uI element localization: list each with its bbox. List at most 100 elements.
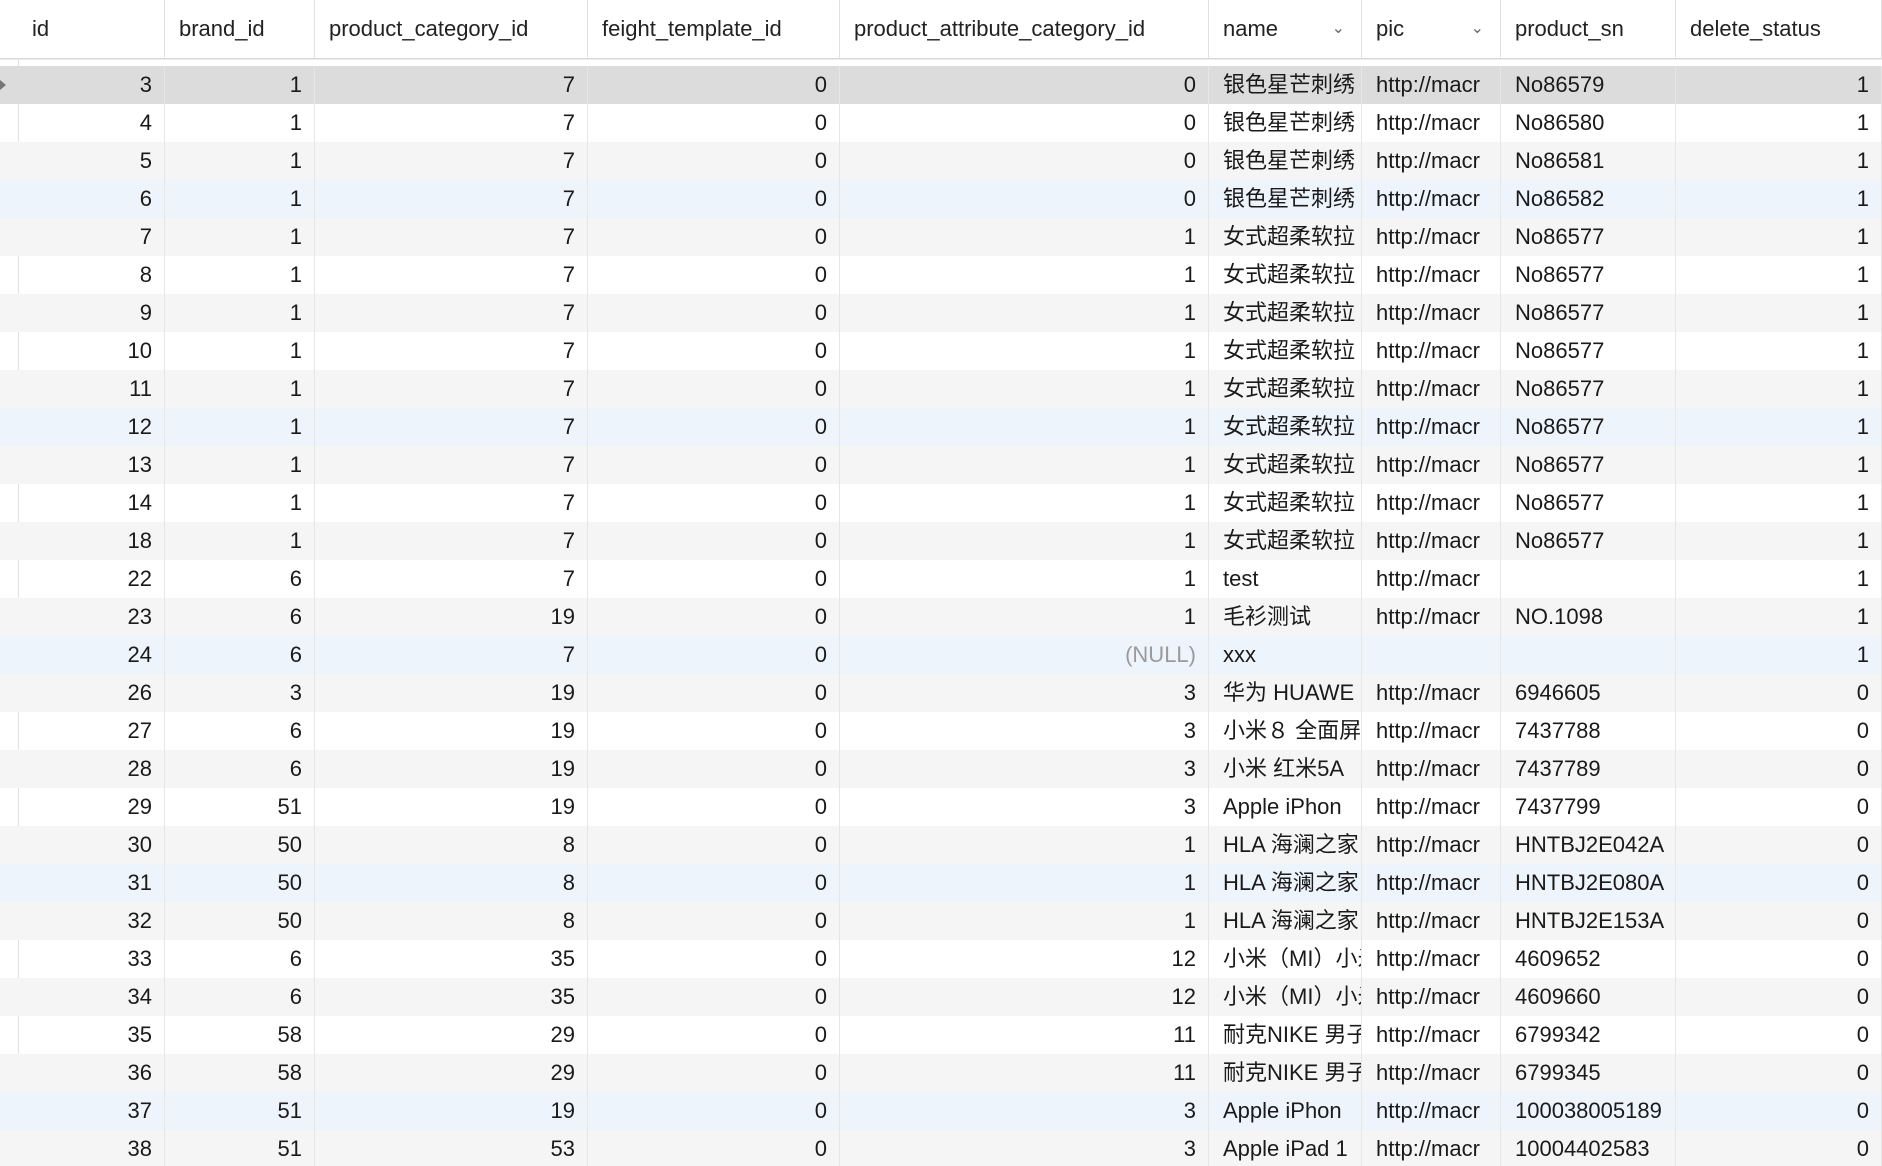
table-row[interactable]: 32 50 8 0 1 HLA 海澜之家 http://macr HNTBJ2E153A 0 [0,902,1882,940]
cell-name[interactable]: Apple iPhon [1209,1092,1362,1130]
cell-id[interactable]: 27 [18,712,165,750]
cell-id[interactable]: 3 [18,66,165,104]
cell-pic[interactable]: http://macr [1362,826,1501,864]
cell-product_category_id[interactable]: 7 [315,484,588,522]
cell-product_sn[interactable]: No86579 [1501,66,1676,104]
cell-pic[interactable]: http://macr [1362,674,1501,712]
column-header-feight_template_id[interactable]: feight_template_id [588,0,840,58]
cell-product_attribute_category_id[interactable]: 1 [840,446,1209,484]
column-header-brand_id[interactable]: brand_id [165,0,315,58]
cell-id[interactable]: 24 [18,636,165,674]
cell-pic[interactable]: http://macr [1362,1054,1501,1092]
cell-name[interactable]: 女式超柔软拉 [1209,408,1362,446]
table-row[interactable]: 6 1 7 0 0 银色星芒刺绣 http://macr No86582 1 [0,180,1882,218]
cell-product_sn[interactable]: No86577 [1501,294,1676,332]
cell-id[interactable]: 22 [18,560,165,598]
cell-product_attribute_category_id[interactable]: 12 [840,978,1209,1016]
cell-delete_status[interactable]: 1 [1676,66,1882,104]
table-row[interactable]: 26 3 19 0 3 华为 HUAWE http://macr 6946605 0 [0,674,1882,712]
cell-name[interactable]: 小米（MI）小米 [1209,978,1362,1016]
cell-brand_id[interactable]: 1 [165,446,315,484]
cell-brand_id[interactable]: 1 [165,370,315,408]
cell-pic[interactable]: http://macr [1362,408,1501,446]
cell-product_category_id[interactable]: 29 [315,1054,588,1092]
cell-feight_template_id[interactable]: 0 [588,1130,840,1166]
cell-feight_template_id[interactable]: 0 [588,636,840,674]
cell-product_category_id[interactable]: 7 [315,446,588,484]
cell-feight_template_id[interactable]: 0 [588,560,840,598]
cell-name[interactable]: HLA 海澜之家 [1209,902,1362,940]
table-row[interactable]: 33635012小米（MI）小米http://macr46096520 [0,940,1882,978]
cell-product_sn[interactable]: No86577 [1501,522,1676,560]
cell-delete_status[interactable]: 1 [1676,408,1882,446]
cell-feight_template_id[interactable]: 0 [588,484,840,522]
cell-feight_template_id[interactable]: 0 [588,408,840,446]
cell-feight_template_id[interactable]: 0 [588,256,840,294]
cell-name[interactable]: 女式超柔软拉 [1209,370,1362,408]
cell-product_sn[interactable]: 100038005189 [1501,1092,1676,1130]
cell-id[interactable]: 23 [18,598,165,636]
table-row[interactable]: 13 1 7 0 1 女式超柔软拉 http://macr No86577 1 [0,446,1882,484]
cell-brand_id[interactable]: 51 [165,788,315,826]
cell-id[interactable]: 18 [18,522,165,560]
cell-name[interactable]: 女式超柔软拉 [1209,332,1362,370]
cell-feight_template_id[interactable]: 0 [588,1054,840,1092]
cell-feight_template_id[interactable]: 0 [588,180,840,218]
cell-id[interactable]: 35 [18,1016,165,1054]
cell-feight_template_id[interactable]: 0 [588,446,840,484]
table-row[interactable]: 38 51 53 0 3 Apple iPad 1 http://macr 100044025… [0,1130,1882,1166]
cell-delete_status[interactable]: 1 [1676,522,1882,560]
cell-name[interactable]: 女式超柔软拉 [1209,484,1362,522]
cell-product_sn[interactable]: 7437789 [1501,750,1676,788]
cell-delete_status[interactable]: 0 [1676,1130,1882,1166]
cell-delete_status[interactable]: 0 [1676,940,1882,978]
cell-feight_template_id[interactable]: 0 [588,370,840,408]
cell-name[interactable]: 银色星芒刺绣 [1209,142,1362,180]
cell-brand_id[interactable]: 50 [165,826,315,864]
cell-product_category_id[interactable]: 19 [315,598,588,636]
cell-feight_template_id[interactable]: 0 [588,826,840,864]
cell-product_category_id[interactable]: 19 [315,1092,588,1130]
cell-product_attribute_category_id[interactable]: 3 [840,1130,1209,1166]
table-row[interactable]: 31 50 8 0 1 HLA 海澜之家 http://macr HNTBJ2E080A 0 [0,864,1882,902]
cell-feight_template_id[interactable]: 0 [588,674,840,712]
cell-id[interactable]: 6 [18,180,165,218]
cell-product_category_id[interactable]: 7 [315,560,588,598]
cell-feight_template_id[interactable]: 0 [588,598,840,636]
cell-product_sn[interactable]: No86581 [1501,142,1676,180]
cell-product_sn[interactable]: No86577 [1501,218,1676,256]
cell-product_category_id[interactable]: 7 [315,294,588,332]
cell-pic[interactable] [1362,636,1501,674]
cell-product_sn[interactable]: NO.1098 [1501,598,1676,636]
cell-brand_id[interactable]: 6 [165,940,315,978]
cell-pic[interactable]: http://macr [1362,788,1501,826]
cell-product_category_id[interactable]: 35 [315,978,588,1016]
cell-id[interactable]: 7 [18,218,165,256]
cell-product_category_id[interactable]: 7 [315,256,588,294]
cell-name[interactable]: 华为 HUAWE [1209,674,1362,712]
cell-feight_template_id[interactable]: 0 [588,978,840,1016]
cell-name[interactable]: xxx [1209,636,1362,674]
cell-id[interactable]: 11 [18,370,165,408]
cell-product_sn[interactable]: HNTBJ2E042A [1501,826,1676,864]
cell-name[interactable]: test [1209,560,1362,598]
cell-product_category_id[interactable]: 7 [315,180,588,218]
cell-brand_id[interactable]: 6 [165,636,315,674]
table-row[interactable]: 10 1 7 0 1 女式超柔软拉 http://macr No86577 1 [0,332,1882,370]
cell-product_category_id[interactable]: 8 [315,902,588,940]
cell-brand_id[interactable]: 58 [165,1054,315,1092]
cell-id[interactable]: 31 [18,864,165,902]
cell-feight_template_id[interactable]: 0 [588,104,840,142]
cell-pic[interactable]: http://macr [1362,370,1501,408]
cell-pic[interactable]: http://macr [1362,750,1501,788]
table-row[interactable]: 18 1 7 0 1 女式超柔软拉 http://macr No86577 1 [0,522,1882,560]
cell-name[interactable]: HLA 海澜之家 [1209,826,1362,864]
cell-pic[interactable]: http://macr [1362,66,1501,104]
cell-product_attribute_category_id[interactable]: 1 [840,484,1209,522]
table-row[interactable]: 3 1 7 0 0 银色星芒刺绣 http://macr No86579 1 [0,66,1882,104]
cell-id[interactable]: 26 [18,674,165,712]
cell-id[interactable]: 34 [18,978,165,1016]
table-row[interactable]: 27 6 19 0 3 小米８ 全面屏 http://macr 7437788 0 [0,712,1882,750]
cell-feight_template_id[interactable]: 0 [588,750,840,788]
cell-product_category_id[interactable]: 8 [315,864,588,902]
